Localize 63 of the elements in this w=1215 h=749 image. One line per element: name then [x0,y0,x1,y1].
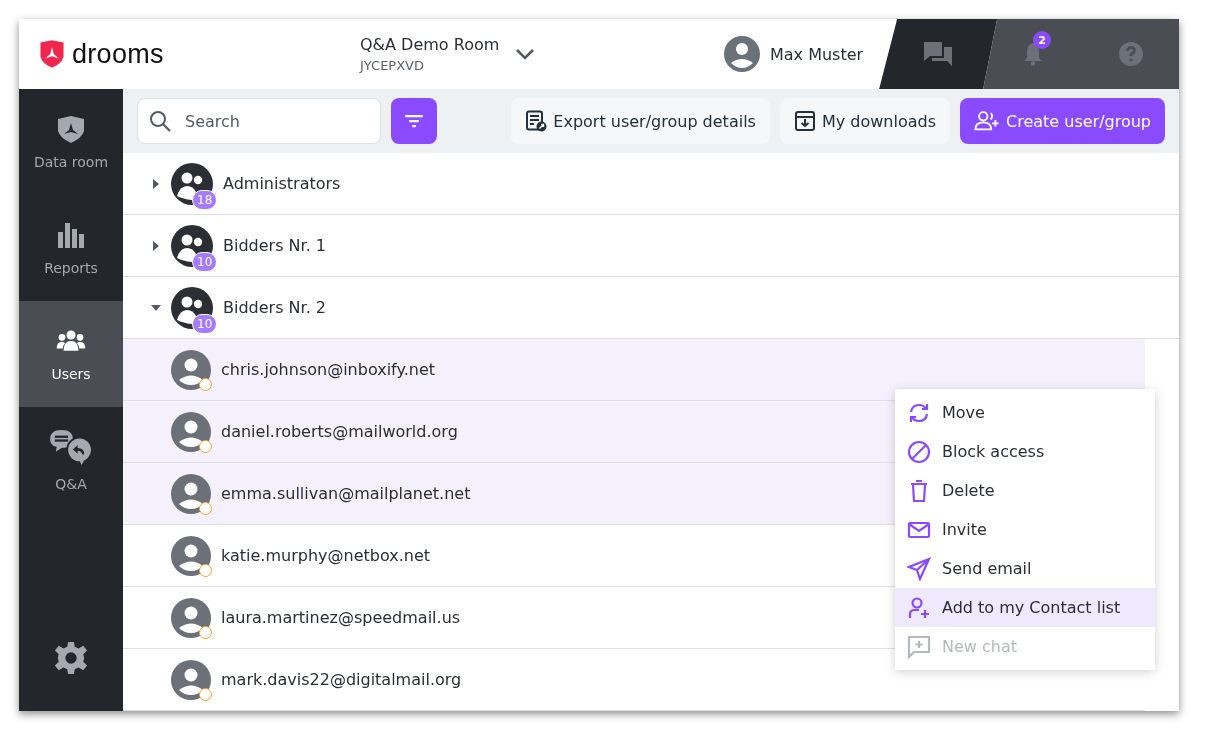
chat-plus-icon [907,634,931,659]
row-name: katie.murphy@netbox.net [221,546,431,565]
row-name: Bidders Nr. 1 [223,236,326,255]
row-name: chris.johnson@inboxify.net [221,360,435,379]
avatar-icon [171,535,211,576]
list-row[interactable]: 10 Bidders Nr. 1 [123,215,1179,277]
list-row[interactable]: 10 Bidders Nr. 2 [123,277,1179,339]
block-icon [907,439,931,464]
send-icon [907,556,931,581]
sidebar-item[interactable]: Q&A [19,407,123,513]
bell-icon [1023,42,1044,66]
avatar-icon [724,36,760,72]
sidebar-label: Reports [44,260,98,276]
list-row[interactable]: 18 Administrators [123,153,1179,215]
row-name: mark.davis22@digitalmail.org [221,670,462,689]
bar-chart-icon [56,220,86,250]
add-user-icon [907,595,931,620]
download-icon [793,110,816,132]
user-menu[interactable]: Max Muster [724,36,864,72]
sidebar-label: Q&A [55,476,87,492]
row-name: daniel.roberts@mailworld.org [221,422,458,441]
avatar-icon [171,473,211,514]
menu-item[interactable]: Add to my Contact list [895,588,1155,627]
help-icon [1119,42,1144,66]
list-row[interactable]: chris.johnson@inboxify.net [123,339,1145,401]
row-name: laura.martinez@speedmail.us [221,608,461,627]
avatar-icon [171,659,211,700]
chevron-down-icon [515,48,536,60]
sidebar-label: Data room [33,154,109,170]
room-name: Q&A Demo Room [360,35,500,54]
user-name: Max Muster [770,44,864,64]
shield-icon [56,114,86,144]
row-name: emma.sullivan@mailplanet.net [221,484,471,503]
notifications-tab[interactable]: 2 [983,19,1084,89]
add-user-icon [974,110,1000,132]
export-button[interactable]: Export user/group details [511,98,770,144]
caret-right-icon[interactable] [151,240,161,251]
avatar-icon [171,597,211,638]
downloads-button[interactable]: My downloads [779,98,950,144]
avatar-icon [171,411,211,452]
notification-badge: 2 [1033,31,1052,49]
chat-icon [923,41,954,67]
avatar-icon [171,349,211,390]
document-icon [525,110,548,132]
filter-button[interactable] [391,98,437,144]
sidebar-item[interactable]: Reports [19,195,123,301]
caret-down-icon[interactable] [151,302,161,313]
search-field[interactable]: Search [137,98,381,144]
sidebar-item[interactable]: Users [19,301,123,407]
chat-bubbles-icon [48,428,94,466]
sidebar-item[interactable]: Data room [19,89,123,195]
room-selector[interactable]: Q&A Demo Room JYCEPXVD [360,35,724,73]
search-icon [149,110,171,132]
settings-icon[interactable] [54,641,88,675]
logo-text: drooms [72,38,164,70]
create-button[interactable]: Create user/group [960,98,1165,144]
room-code: JYCEPXVD [360,58,425,73]
caret-right-icon[interactable] [151,178,161,189]
row-name: Bidders Nr. 2 [223,298,326,317]
logo-icon [38,39,66,69]
row-name: Administrators [223,174,341,193]
sidebar-label: Users [51,366,91,382]
filter-icon [404,114,424,128]
